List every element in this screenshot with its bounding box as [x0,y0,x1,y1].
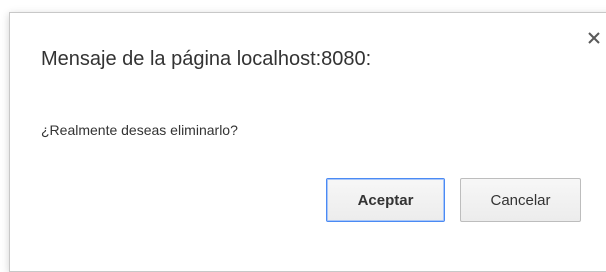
dialog-title: Mensaje de la página localhost:8080: [41,48,372,70]
cancel-button[interactable]: Cancelar [460,178,581,222]
close-icon [587,31,601,45]
accept-button[interactable]: Aceptar [326,178,445,222]
dialog-message: ¿Realmente deseas eliminarlo? [41,122,238,138]
close-button[interactable] [587,31,601,45]
